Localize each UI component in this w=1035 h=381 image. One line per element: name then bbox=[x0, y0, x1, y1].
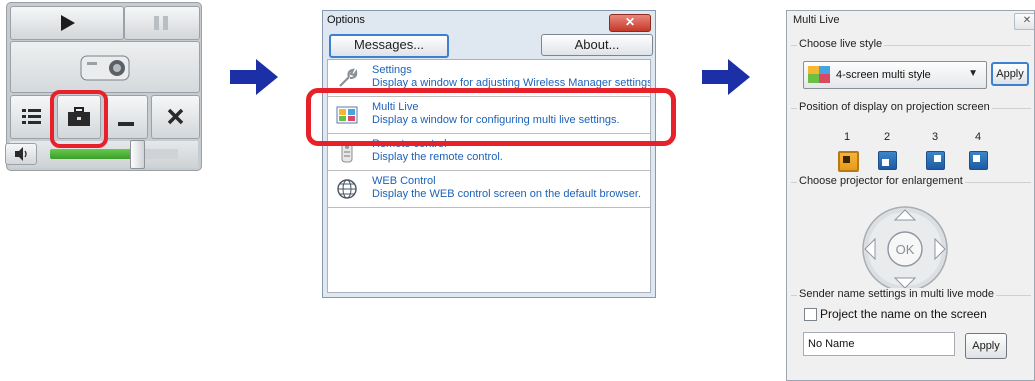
top-right-icon bbox=[934, 155, 941, 162]
window-title: Options bbox=[327, 14, 365, 26]
play-icon bbox=[61, 15, 75, 31]
position-number: 4 bbox=[974, 131, 982, 143]
mute-button[interactable] bbox=[5, 143, 37, 165]
position-button-1[interactable] bbox=[838, 151, 859, 172]
globe-icon bbox=[337, 179, 357, 199]
section-live-style: Choose live style bbox=[791, 38, 1031, 50]
chevron-down-icon: ▼ bbox=[968, 68, 978, 79]
section-label: Sender name settings in multi live mode bbox=[797, 288, 997, 300]
position-button-3[interactable] bbox=[926, 151, 945, 170]
live-style-dropdown[interactable]: 4-screen multi style ▼ bbox=[803, 61, 987, 89]
minimize-icon bbox=[118, 122, 134, 126]
about-button[interactable]: About... bbox=[541, 34, 653, 56]
window-title: Multi Live bbox=[793, 14, 840, 26]
pause-icon bbox=[154, 16, 168, 30]
bottom-left-icon bbox=[882, 159, 889, 166]
window-close-button[interactable]: ✕ bbox=[609, 14, 651, 32]
item-description: Display the remote control. bbox=[372, 151, 503, 163]
highlight-multi-live bbox=[306, 88, 676, 146]
section-label: Choose projector for enlargement bbox=[797, 175, 965, 187]
play-button[interactable] bbox=[10, 6, 124, 40]
position-number: 1 bbox=[843, 131, 851, 143]
top-left-icon bbox=[973, 155, 980, 162]
section-sender-name: Sender name settings in multi live mode bbox=[791, 288, 1031, 300]
ok-label: OK bbox=[896, 242, 915, 257]
position-button-2[interactable] bbox=[878, 151, 897, 170]
arrow-right-icon bbox=[702, 59, 750, 95]
speaker-icon bbox=[15, 147, 27, 161]
projector-icon bbox=[80, 55, 130, 81]
top-left-icon bbox=[843, 156, 850, 163]
sender-name-input[interactable] bbox=[803, 332, 955, 356]
projector-status[interactable] bbox=[10, 41, 200, 93]
position-number: 2 bbox=[883, 131, 891, 143]
item-description: Display the WEB control screen on the de… bbox=[372, 188, 642, 200]
section-position: Position of display on projection screen bbox=[791, 101, 1031, 113]
section-enlargement: Choose projector for enlargement bbox=[791, 175, 1031, 187]
list-item-web-control[interactable]: WEB Control Display the WEB control scre… bbox=[328, 171, 650, 208]
pause-button[interactable] bbox=[124, 6, 200, 40]
arrow-right-icon bbox=[230, 59, 278, 95]
apply-name-button[interactable]: Apply bbox=[965, 333, 1007, 359]
live-style-value: 4-screen multi style bbox=[836, 69, 931, 81]
project-name-checkbox[interactable] bbox=[804, 308, 817, 321]
item-title: Settings bbox=[372, 64, 412, 76]
close-icon bbox=[167, 108, 184, 125]
position-button-4[interactable] bbox=[969, 151, 988, 170]
project-name-label: Project the name on the screen bbox=[820, 307, 987, 321]
item-title: WEB Control bbox=[372, 175, 436, 187]
list-button[interactable] bbox=[10, 95, 54, 139]
minimize-button[interactable] bbox=[104, 95, 148, 139]
close-button[interactable] bbox=[151, 95, 200, 139]
apply-style-button[interactable]: Apply bbox=[991, 62, 1029, 86]
window-close-button[interactable]: ✕ bbox=[1014, 13, 1034, 30]
four-screen-icon bbox=[808, 66, 830, 83]
list-icon bbox=[22, 109, 41, 124]
section-label: Choose live style bbox=[797, 38, 885, 50]
messages-button[interactable]: Messages... bbox=[329, 34, 449, 58]
volume-slider-thumb[interactable] bbox=[130, 140, 145, 169]
section-label: Position of display on projection screen bbox=[797, 101, 992, 113]
enlargement-dpad[interactable]: OK bbox=[857, 204, 953, 294]
highlight-toolbox bbox=[50, 90, 108, 148]
wrench-icon bbox=[339, 68, 358, 87]
options-window: Options ✕ Messages... About... Settings … bbox=[322, 10, 656, 298]
volume-slider-track[interactable] bbox=[140, 149, 178, 159]
position-number: 3 bbox=[931, 131, 939, 143]
multi-live-window: Multi Live ✕ Choose live style 4-screen … bbox=[786, 10, 1035, 381]
